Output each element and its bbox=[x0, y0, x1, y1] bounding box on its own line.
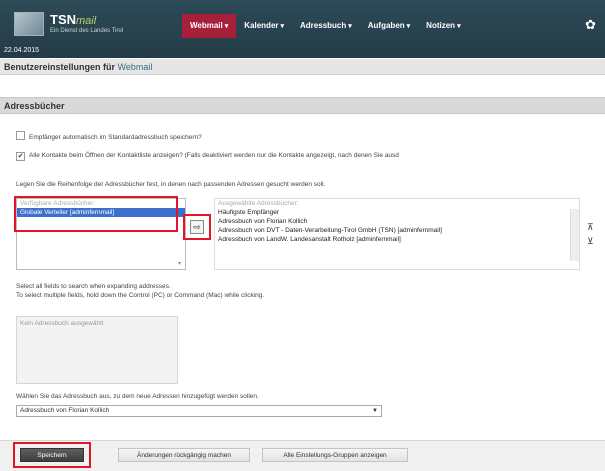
selected-books-header: Ausgewählte Adressbücher: bbox=[218, 200, 299, 207]
chevron-down-icon: ▾ bbox=[348, 23, 352, 30]
top-bar: TSNmail Ein Dienst des Landes Tirol Webm… bbox=[0, 0, 605, 58]
chevron-down-icon: ▾ bbox=[457, 23, 461, 30]
gear-icon[interactable]: ✿ bbox=[585, 17, 596, 33]
show-all-contacts-option[interactable]: ✔ Alle Kontakte beim Öffnen der Kontaktli… bbox=[16, 152, 399, 161]
target-addressbook-select[interactable]: Adressbuch von Florian Kollich ▼ bbox=[16, 405, 382, 417]
search-fields-placeholder: Kein Adressbuch ausgewählt bbox=[20, 320, 104, 327]
show-all-contacts-label: Alle Kontakte beim Öffnen der Kontaktlis… bbox=[29, 152, 399, 159]
move-down-icon[interactable]: ⊻ bbox=[587, 236, 594, 246]
main-nav: Webmail ▾ Kalender ▾ Adressbuch ▾ Aufgaben ▾… bbox=[182, 14, 469, 38]
save-recipients-checkbox[interactable] bbox=[16, 131, 25, 140]
nav-adressbuch[interactable]: Adressbuch ▾ bbox=[292, 14, 360, 38]
chevron-down-icon: ▾ bbox=[280, 23, 285, 30]
show-all-groups-button[interactable]: Alle Einstellungs-Gruppen anzeigen bbox=[262, 448, 408, 462]
logo-title: TSNmail bbox=[50, 12, 97, 27]
search-fields-list[interactable]: Kein Adressbuch ausgewählt bbox=[16, 316, 178, 384]
search-fields-line2: To select multiple fields, hold down the… bbox=[16, 292, 265, 299]
current-date: 22.04.2015 bbox=[4, 47, 40, 54]
nav-notizen[interactable]: Notizen ▾ bbox=[418, 14, 468, 38]
highlight-box bbox=[13, 442, 91, 468]
list-item[interactable]: Adressbuch von DVT - Daten-Verarbeitung-… bbox=[215, 226, 579, 235]
chevron-down-icon: ▾ bbox=[406, 23, 411, 30]
chevron-down-icon: ▾ bbox=[224, 23, 229, 30]
logo-subtitle: Ein Dienst des Landes Tirol bbox=[50, 28, 124, 34]
save-recipients-option[interactable]: Empfänger automatisch im Standardadressb… bbox=[16, 131, 202, 141]
nav-aufgaben[interactable]: Aufgaben ▾ bbox=[360, 14, 418, 38]
section-header: Adressbücher bbox=[0, 97, 605, 114]
highlight-box bbox=[14, 196, 178, 232]
chevron-down-icon: ▼ bbox=[372, 408, 378, 414]
logo[interactable]: TSNmail Ein Dienst des Landes Tirol bbox=[14, 8, 144, 42]
list-item[interactable]: Adressbuch von LandW. Landesanstalt Roth… bbox=[215, 235, 579, 244]
order-instructions: Legen Sie die Reihenfolge der Adressbüch… bbox=[16, 181, 326, 188]
logo-image bbox=[14, 12, 44, 36]
list-item[interactable]: Häufigste Empfänger bbox=[215, 208, 579, 217]
show-all-contacts-checkbox[interactable]: ✔ bbox=[16, 152, 25, 161]
nav-kalender[interactable]: Kalender ▾ bbox=[236, 14, 292, 38]
move-up-icon[interactable]: ⊼ bbox=[587, 222, 594, 232]
new-address-instructions: Wählen Sie das Adressbuch aus, zu dem ne… bbox=[16, 393, 259, 400]
highlight-box bbox=[183, 214, 211, 240]
chevron-down-icon[interactable]: ▾ bbox=[178, 260, 181, 267]
page-title: Benutzereinstellungen für Webmail bbox=[0, 59, 605, 75]
undo-changes-button[interactable]: Änderungen rückgängig machen bbox=[118, 448, 250, 462]
search-fields-line1: Select all fields to search when expandi… bbox=[16, 283, 171, 290]
selected-books-list[interactable]: Ausgewählte Adressbücher: Häufigste Empf… bbox=[214, 198, 580, 270]
scrollbar[interactable] bbox=[570, 209, 579, 261]
save-recipients-label: Empfänger automatisch im Standardadressb… bbox=[29, 134, 202, 141]
nav-webmail[interactable]: Webmail ▾ bbox=[182, 14, 237, 38]
list-item[interactable]: Adressbuch von Florian Kollich bbox=[215, 217, 579, 226]
target-addressbook-value: Adressbuch von Florian Kollich bbox=[20, 407, 110, 414]
